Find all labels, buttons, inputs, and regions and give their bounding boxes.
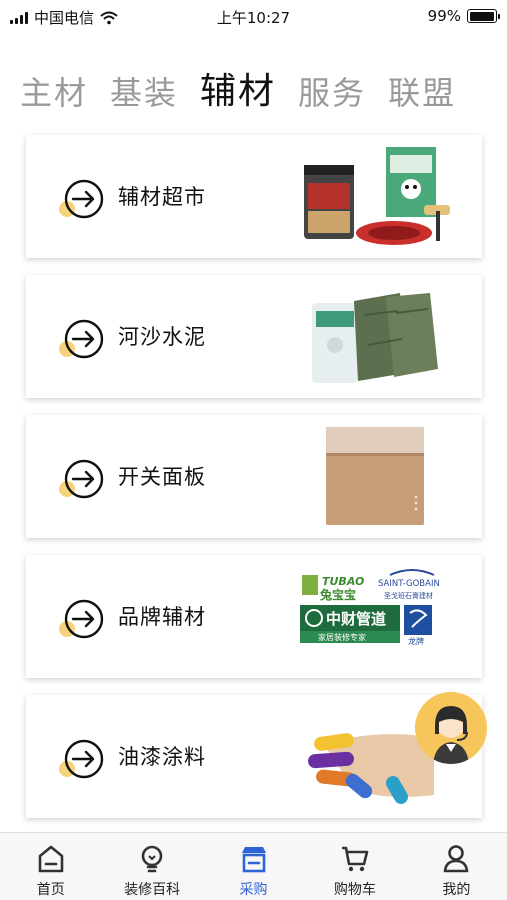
battery-percent: 99% [427,7,461,25]
zhongcai-text: 中财管道 [326,610,386,628]
card-brand-materials[interactable]: 品牌辅材 TUBAO 兔宝宝 SAINT-GOBAIN 圣戈班石膏建材 中财管道… [26,555,482,678]
card-auxiliary-market[interactable]: 辅材超市 [26,135,482,258]
status-bar: 中国电信 上午10:27 99% [0,0,507,34]
card-sand-cement[interactable]: 河沙水泥 [26,275,482,398]
arrow-circle-icon [59,179,104,219]
arrow-circle-icon [59,599,104,639]
sand-cement-image [312,293,438,383]
nav-purchase[interactable]: 采购 [203,833,304,900]
switch-panel-image [326,427,424,525]
arrow-circle-icon [59,319,104,359]
gypsum-text: 圣戈班石膏建材 [384,591,433,600]
nav-label: 我的 [442,882,471,898]
nav-cart[interactable]: 购物车 [304,833,405,900]
tab-auxiliary-materials[interactable]: 辅材 [200,62,276,114]
card-paint-coatings[interactable]: 油漆涂料 [26,695,482,818]
brand-logos-image: TUBAO 兔宝宝 SAINT-GOBAIN 圣戈班石膏建材 中财管道 家居装修… [300,569,440,646]
nav-label: 购物车 [333,882,376,898]
category-tabs: 主材 基装 辅材 服务 联盟 [20,64,456,114]
tab-main-materials[interactable]: 主材 [20,68,88,114]
longpai-text: 龙牌 [408,636,424,646]
saint-gobain-text: SAINT-GOBAIN [378,579,440,589]
bottom-tab-bar: 首页 装修百科 采购 购物车 我的 [0,832,507,900]
card-label: 油漆涂料 [118,745,206,769]
nav-profile[interactable]: 我的 [406,833,507,900]
tab-alliance[interactable]: 联盟 [388,68,456,114]
card-label: 品牌辅材 [118,605,206,629]
arrow-circle-icon [59,459,104,499]
bulb-icon [141,845,163,873]
customer-service-button[interactable] [415,692,487,764]
home-icon [38,845,64,873]
battery-icon [467,9,500,23]
arrow-circle-icon [59,739,104,779]
zhongcai-sub-text: 家居装修专家 [318,632,366,642]
nav-home[interactable]: 首页 [0,833,101,900]
tab-basic-install[interactable]: 基装 [110,68,178,114]
tubao-cn-text: 兔宝宝 [319,587,356,602]
paint-bucket-image [304,147,450,245]
nav-encyclopedia[interactable]: 装修百科 [101,833,202,900]
card-label: 开关面板 [118,465,206,489]
cart-icon [341,846,369,872]
store-icon [241,847,266,873]
user-icon [444,845,469,873]
nav-label: 装修百科 [124,882,181,898]
card-label: 辅材超市 [118,185,206,209]
card-switch-panel[interactable]: 开关面板 [26,415,482,538]
tab-services[interactable]: 服务 [298,68,366,114]
tubao-en-text: TUBAO [322,575,364,588]
nav-label: 采购 [239,882,268,898]
card-label: 河沙水泥 [118,325,206,349]
nav-label: 首页 [36,882,65,898]
category-list: 辅材超市 河沙水泥 开关面板 品牌辅材 TUBAO 兔宝宝 SAINT-GOBA… [26,135,482,835]
customer-service-icon [415,692,487,764]
